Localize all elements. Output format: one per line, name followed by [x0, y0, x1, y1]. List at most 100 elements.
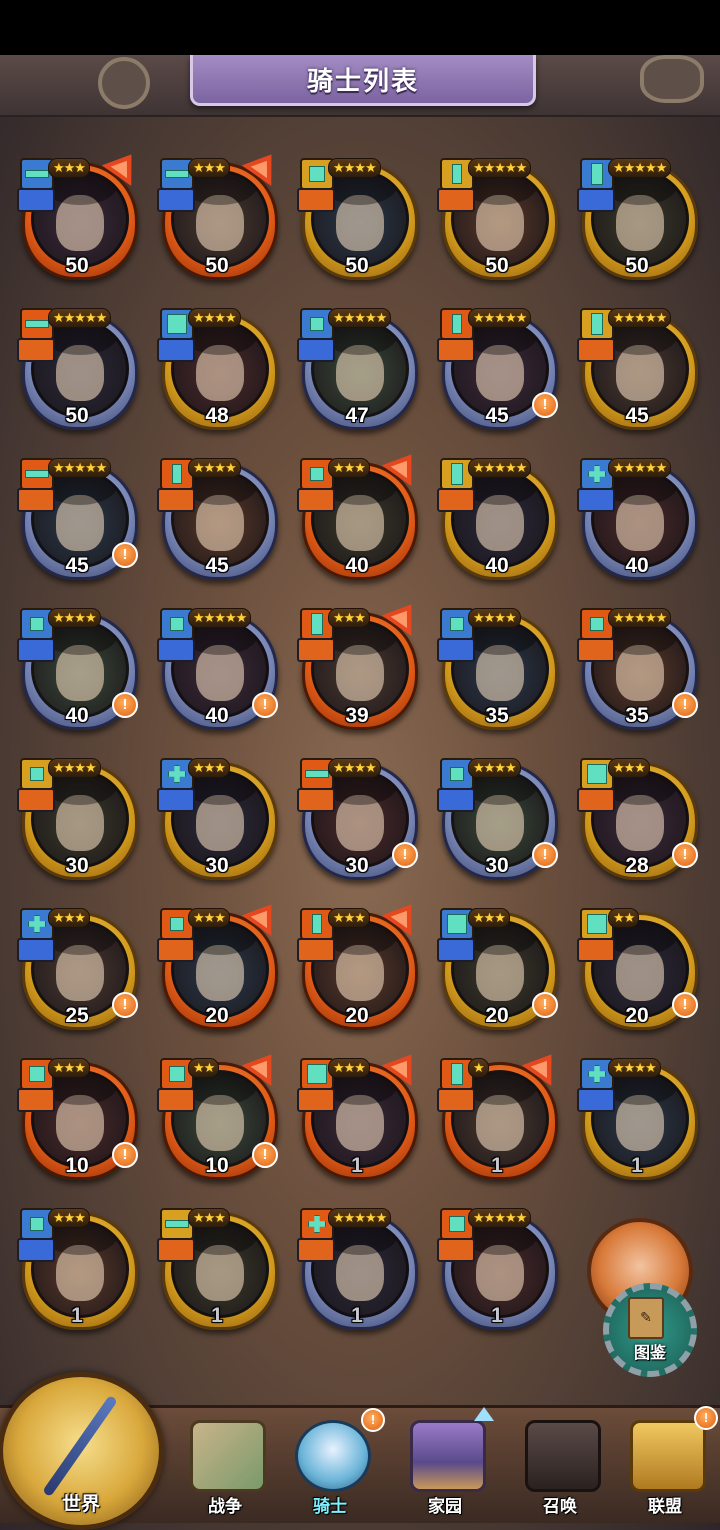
hero-card[interactable]: ★★★★★ 45! — [434, 300, 560, 435]
hero-card[interactable]: ★★★★★ 50 — [574, 150, 700, 285]
star-rating: ★★★★ — [188, 458, 241, 478]
nav-summon[interactable]: 召唤 — [505, 1412, 615, 1520]
star-rating: ★★★ — [48, 1208, 90, 1228]
hero-card[interactable]: ★★★★★ 35! — [574, 600, 700, 735]
class-icon — [577, 938, 615, 962]
page-title: 骑士列表 — [306, 65, 419, 96]
hero-card[interactable]: ★★★ 20! — [434, 900, 560, 1035]
hero-card[interactable]: ★ 1 — [434, 1044, 567, 1185]
class-icon — [297, 488, 335, 512]
class-icon — [297, 1238, 335, 1262]
class-icon — [157, 938, 195, 962]
hero-card[interactable]: ★★★★★ 45 — [574, 300, 700, 435]
class-icon — [577, 188, 615, 212]
class-icon — [17, 788, 55, 812]
hero-card[interactable]: ★★★★★ 40 — [434, 450, 560, 585]
star-rating: ★★★ — [48, 1058, 90, 1078]
hero-card[interactable]: ★★★★ 48 — [154, 300, 280, 435]
star-rating: ★★ — [188, 1058, 220, 1078]
hero-level: 30 — [205, 854, 229, 877]
class-icon — [297, 938, 335, 962]
hero-card[interactable]: ★★★★ 40! — [14, 600, 140, 735]
hero-level: 1 — [491, 1304, 503, 1327]
star-rating: ★★★★ — [608, 1058, 661, 1078]
hero-card[interactable]: ★★★★★ 1 — [434, 1200, 560, 1335]
class-icon — [17, 1238, 55, 1262]
hero-card[interactable]: ★★★★★ 40! — [154, 600, 280, 735]
hero-card[interactable]: ★★★★★ 50 — [434, 150, 560, 285]
star-rating: ★★★ — [328, 1058, 370, 1078]
star-rating: ★★★★ — [328, 758, 381, 778]
nav-knight[interactable]: 骑士 ! — [275, 1408, 385, 1520]
alert-icon: ! — [532, 992, 558, 1018]
hero-card[interactable]: ★★★ 50 — [154, 144, 287, 285]
star-rating: ★ — [468, 1058, 489, 1078]
hero-card[interactable]: ★★★★★ 1 — [294, 1200, 420, 1335]
class-icon — [17, 488, 55, 512]
gear-decoration — [98, 57, 150, 109]
hero-card[interactable]: ★★★ 1 — [154, 1200, 280, 1335]
hero-card[interactable]: ★★★ 30 — [154, 750, 280, 885]
hero-card[interactable]: ★★★ 40 — [294, 444, 427, 585]
hero-card[interactable]: ★★★★ 30 — [14, 750, 140, 885]
hero-card[interactable]: ★★★ 10! — [14, 1050, 140, 1185]
alert-icon: ! — [112, 542, 138, 568]
hero-card[interactable]: ★★★ 50 — [14, 144, 147, 285]
book-icon: ✎ — [628, 1297, 664, 1339]
class-icon — [297, 1088, 335, 1112]
hero-card[interactable]: ★★★ 25! — [14, 900, 140, 1035]
hero-card[interactable]: ★★★ 20 — [294, 894, 427, 1035]
hero-level: 50 — [345, 254, 369, 277]
hero-card[interactable]: ★★★★ 30! — [434, 750, 560, 885]
nav-label-war: 战争 — [208, 1497, 242, 1516]
train-icon — [525, 1420, 601, 1492]
hero-card[interactable]: ★★★★★ 47 — [294, 300, 420, 435]
star-rating: ★★★★★ — [608, 608, 672, 628]
hero-level: 35 — [485, 704, 509, 727]
class-icon — [577, 638, 615, 662]
hero-card[interactable]: ★★★ 28! — [574, 750, 700, 885]
hero-level: 40 — [345, 554, 369, 577]
hero-card[interactable]: ★★★★★ 50 — [14, 300, 140, 435]
hero-card[interactable]: ★★★★★ 45! — [14, 450, 140, 585]
star-rating: ★★★ — [188, 158, 230, 178]
class-icon — [17, 338, 55, 362]
star-rating: ★★★★★ — [48, 308, 112, 328]
hero-card[interactable]: ★★ 20! — [574, 900, 700, 1035]
star-rating: ★★★ — [328, 608, 370, 628]
hero-card[interactable]: ★★★★ 1 — [574, 1050, 700, 1185]
status-bar — [0, 0, 720, 55]
hero-level: 1 — [351, 1154, 363, 1177]
hero-level: 50 — [625, 254, 649, 277]
nav-home[interactable]: 家园 — [390, 1412, 500, 1520]
hero-card[interactable]: ★★★★ 45 — [154, 450, 280, 585]
world-button[interactable]: 世界 — [0, 1372, 164, 1530]
class-icon — [437, 788, 475, 812]
alert-icon: ! — [532, 392, 558, 418]
star-rating: ★★★ — [468, 908, 510, 928]
star-rating: ★★★★★ — [468, 1208, 532, 1228]
up-arrow-icon — [474, 1407, 494, 1421]
class-icon — [297, 638, 335, 662]
class-icon — [437, 1238, 475, 1262]
hero-card[interactable]: ★★★ 1 — [294, 1044, 427, 1185]
hero-card[interactable]: ★★★★ 50 — [294, 150, 420, 285]
hero-level: 47 — [345, 404, 369, 427]
star-rating: ★★★★ — [328, 158, 381, 178]
hero-card[interactable]: ★★ 10! — [154, 1044, 287, 1185]
hero-card[interactable]: ★★★★ 30! — [294, 750, 420, 885]
nav-alliance[interactable]: 联盟 ! — [610, 1406, 720, 1520]
hero-card[interactable]: ★★★ 20 — [154, 894, 287, 1035]
collection-button[interactable]: ✎ 图鉴 — [585, 1213, 703, 1388]
hero-level: 1 — [211, 1304, 223, 1327]
hero-card[interactable]: ★★★ 39 — [294, 594, 427, 735]
class-icon — [17, 638, 55, 662]
hero-card[interactable]: ★★★★ 35 — [434, 600, 560, 735]
class-icon — [437, 338, 475, 362]
hero-card[interactable]: ★★★★★ 40 — [574, 450, 700, 585]
hero-card[interactable]: ★★★ 1 — [14, 1200, 140, 1335]
nav-war[interactable]: 战争 — [170, 1412, 280, 1520]
class-icon — [157, 638, 195, 662]
hero-level: 1 — [71, 1304, 83, 1327]
star-rating: ★★★ — [48, 908, 90, 928]
